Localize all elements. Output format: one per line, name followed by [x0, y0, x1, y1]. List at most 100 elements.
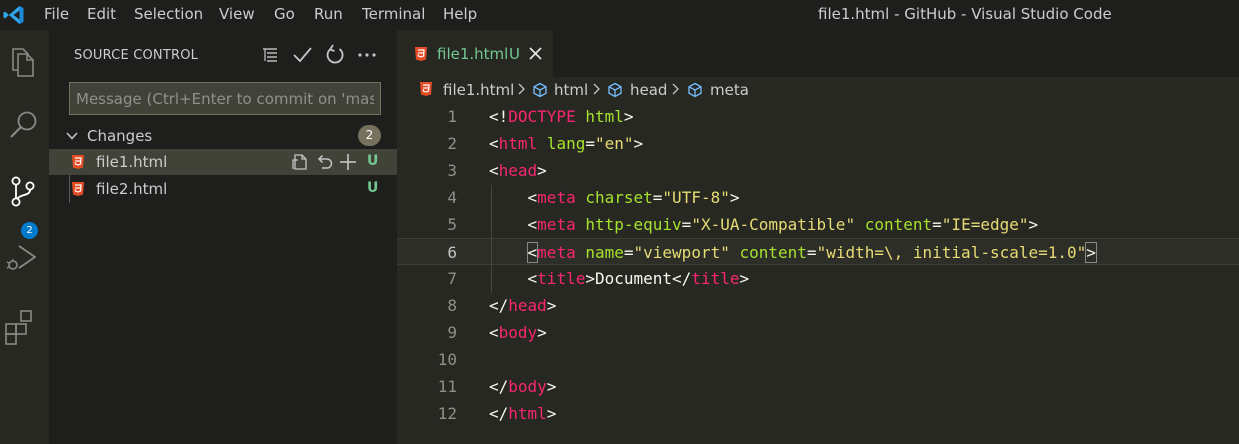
code-token-text: Document [594, 269, 673, 288]
code-token-p [576, 107, 586, 126]
code-line[interactable]: 9 <body> [397, 319, 1239, 346]
code-token-p [576, 188, 586, 207]
change-file-name: file2.html [96, 180, 168, 198]
code-line[interactable]: 10 [397, 346, 1239, 373]
code-token-bo: > [1085, 242, 1097, 263]
code-line[interactable]: 12 </html> [397, 400, 1239, 427]
code-line[interactable]: 11 </body> [397, 373, 1239, 400]
changes-group-header[interactable]: Changes 2 [49, 123, 397, 148]
more-actions-icon[interactable] [356, 42, 378, 66]
commit-message-input[interactable] [69, 82, 381, 115]
code-token-tag: html [508, 404, 547, 423]
code-token-tag: meta [537, 243, 576, 262]
source-control-sidebar: SOURCE CONTROL Changes 2 file1.html [49, 30, 397, 444]
line-number: 8 [447, 296, 457, 315]
title-bar: File Edit Selection View Go Run Terminal… [0, 0, 1239, 30]
code-token-p: > [537, 323, 547, 342]
code-line[interactable]: 6 <meta name="viewport" content="width=\… [397, 238, 1239, 265]
code-token-p [576, 243, 586, 262]
breadcrumb-item-meta[interactable]: meta [710, 81, 749, 99]
editor-tab-bar: file1.html U [397, 30, 1239, 77]
close-icon[interactable] [527, 45, 544, 62]
menu-edit[interactable]: Edit [87, 5, 116, 23]
open-file-icon[interactable] [290, 152, 310, 172]
menu-go[interactable]: Go [274, 5, 295, 23]
changes-count-badge: 2 [358, 125, 381, 146]
changes-label: Changes [87, 127, 153, 145]
line-number: 6 [447, 243, 457, 262]
extensions-icon[interactable] [0, 302, 49, 350]
code-token-p: > [1028, 215, 1039, 234]
code-token-p: > [546, 377, 557, 396]
symbol-element-icon [533, 82, 547, 98]
html5-file-icon [72, 182, 84, 196]
explorer-icon[interactable] [0, 38, 49, 86]
menu-run[interactable]: Run [314, 5, 343, 23]
symbol-element-icon [608, 82, 622, 98]
untracked-status: U [367, 180, 379, 196]
menu-selection[interactable]: Selection [134, 5, 203, 23]
code-token-p: < [489, 188, 538, 207]
refresh-icon[interactable] [324, 42, 346, 66]
menu-help[interactable]: Help [443, 5, 477, 23]
breadcrumb-item-html[interactable]: html [554, 81, 588, 99]
html5-file-icon [415, 47, 427, 61]
code-token-str: "UTF-8" [662, 188, 730, 207]
code-text: <!DOCTYPE html> [489, 103, 634, 130]
code-token-p: </ [489, 377, 509, 396]
code-line[interactable]: 8 </head> [397, 292, 1239, 319]
code-token-attr: http-equiv [585, 215, 682, 234]
code-line[interactable]: 2 <html lang="en"> [397, 130, 1239, 157]
code-text: </body> [489, 373, 556, 400]
code-token-p: < [489, 269, 538, 288]
code-token-attr: content [739, 243, 807, 262]
line-number: 7 [447, 269, 457, 288]
code-token-p: > [585, 269, 595, 288]
breadcrumb-item-head[interactable]: head [630, 81, 667, 99]
menu-terminal[interactable]: Terminal [362, 5, 425, 23]
change-file-row[interactable]: file1.html U [49, 149, 397, 175]
tab-file1-html[interactable]: file1.html U [397, 30, 553, 77]
code-token-attr: content [864, 215, 933, 234]
menu-file[interactable]: File [44, 5, 69, 23]
commit-check-icon[interactable] [291, 42, 313, 66]
code-token-p [855, 215, 865, 234]
code-editor[interactable]: 1 <!DOCTYPE html> 2 <html lang="en"> 3 <head>… [397, 103, 1239, 444]
code-line[interactable]: 4 <meta charset="UTF-8"> [397, 184, 1239, 211]
line-number: 9 [447, 323, 457, 342]
code-token-p: > [546, 296, 557, 315]
run-debug-icon[interactable] [0, 234, 49, 282]
code-token-tag: body [498, 323, 538, 342]
menu-view[interactable]: View [219, 5, 255, 23]
change-file-row[interactable]: file2.html U [49, 176, 397, 202]
chevron-right-icon [672, 83, 679, 95]
code-line[interactable]: 5 <meta http-equiv="X-UA-Compatible" con… [397, 211, 1239, 238]
code-token-attr: lang [546, 134, 586, 153]
tab-untracked-status: U [509, 45, 520, 63]
code-token-tag: meta [537, 188, 576, 207]
code-token-attr: name [585, 243, 624, 262]
stage-changes-icon[interactable] [338, 152, 358, 172]
breadcrumb-item-file[interactable]: file1.html [443, 81, 514, 99]
line-number: 4 [447, 188, 457, 207]
line-number: 12 [437, 404, 457, 423]
vscode-logo-icon [3, 6, 24, 24]
code-token-tag: title [691, 269, 740, 288]
source-control-icon[interactable] [0, 168, 49, 216]
code-token-p: > [546, 404, 557, 423]
code-token-str: "X-UA-Compatible" [691, 215, 856, 234]
code-token-p: < [489, 134, 499, 153]
discard-changes-icon[interactable] [314, 152, 334, 172]
indent-guide [491, 185, 492, 293]
code-line[interactable]: 3 <head> [397, 157, 1239, 184]
code-line[interactable]: 7 <title>Document</title> [397, 265, 1239, 292]
view-as-tree-icon[interactable] [259, 42, 281, 66]
window-title: file1.html - GitHub - Visual Studio Code [818, 5, 1112, 23]
code-token-p: = [932, 215, 942, 234]
code-token-p: > [729, 188, 740, 207]
search-icon[interactable] [0, 102, 49, 150]
tab-label: file1.html [437, 45, 509, 63]
code-token-p [576, 215, 586, 234]
code-line[interactable]: 1 <!DOCTYPE html> [397, 103, 1239, 130]
code-token-p: > [739, 269, 750, 288]
